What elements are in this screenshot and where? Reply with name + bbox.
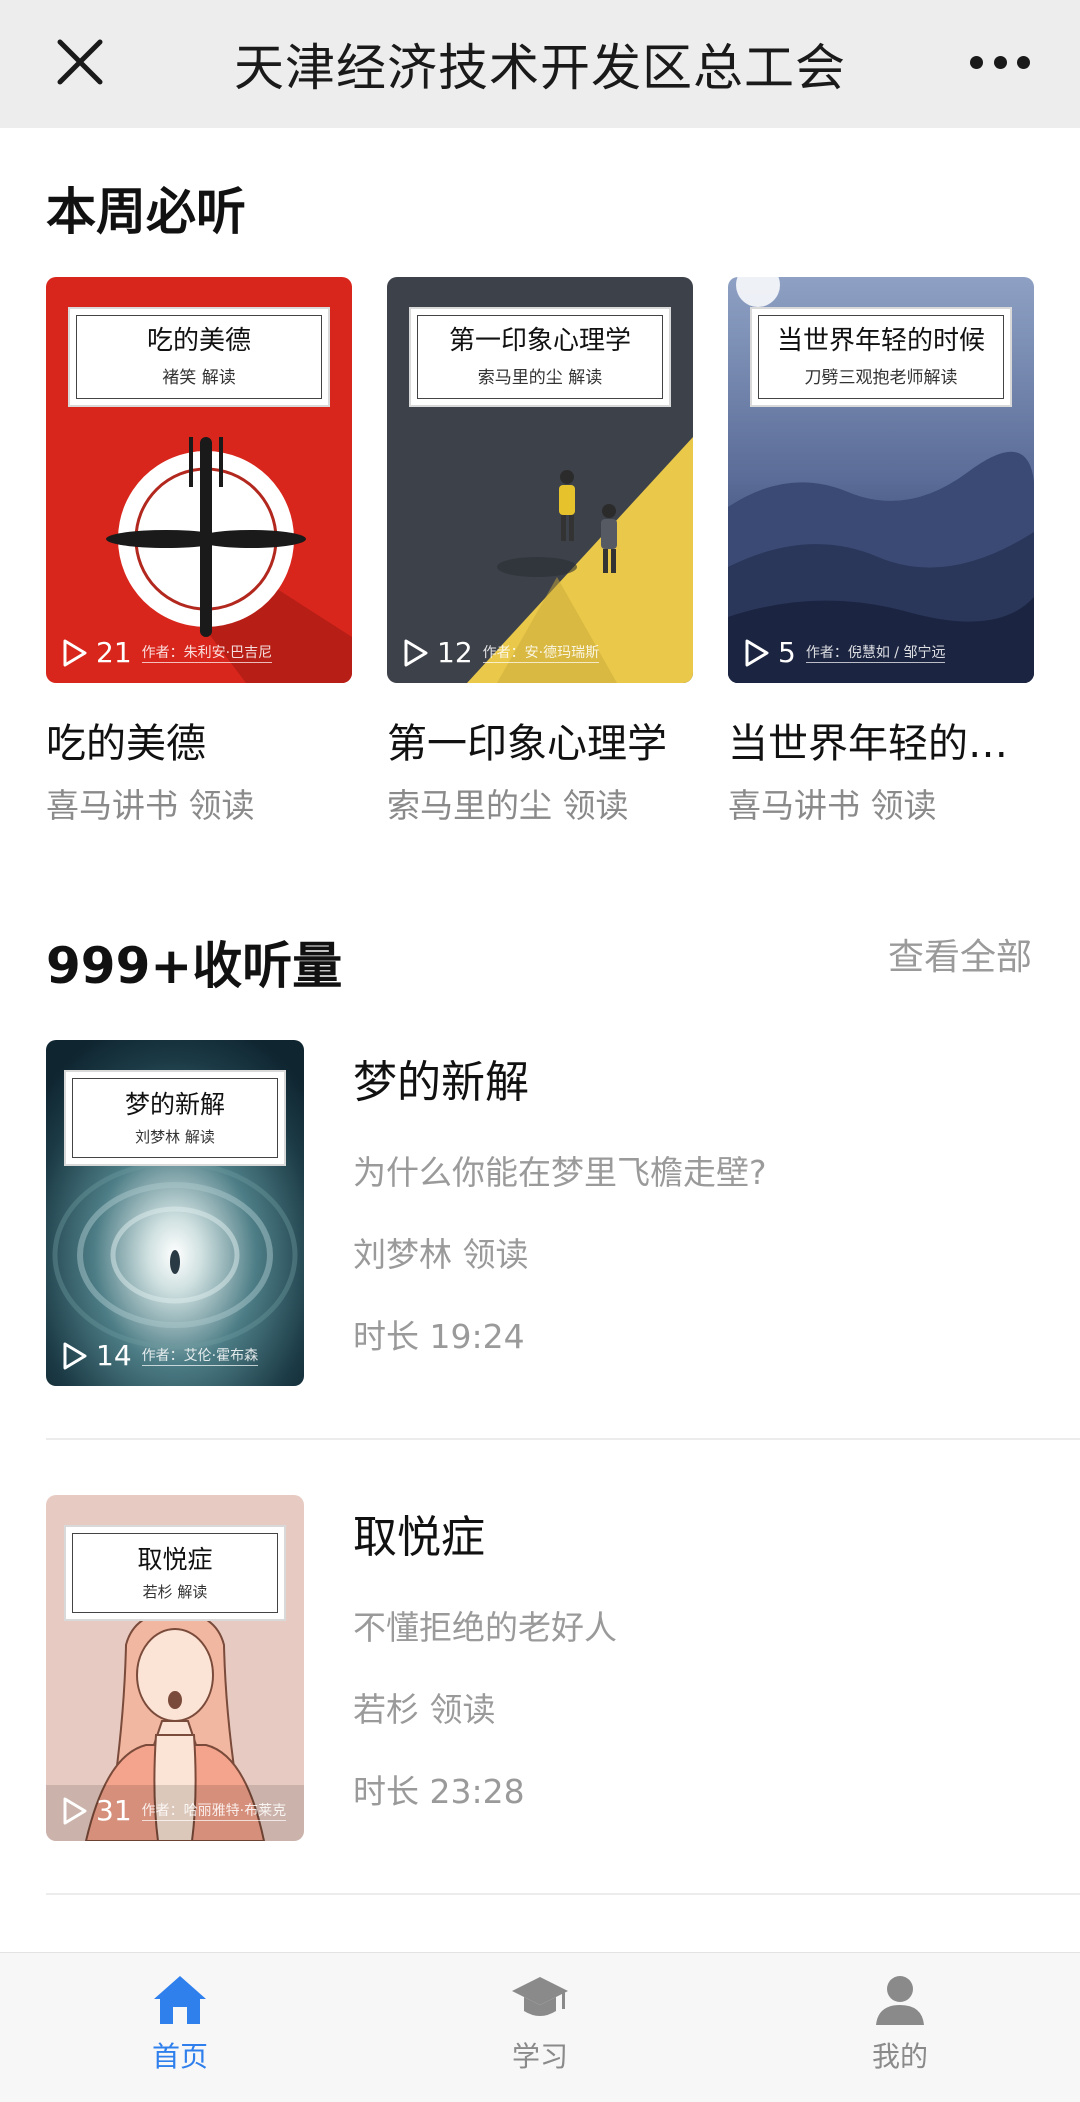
more-options-icon[interactable]: [970, 42, 1030, 82]
weekly-card-cover[interactable]: 当世界年轻的时候 刀劈三观抱老师解读 5 作者：倪慧如 / 邹宁远: [728, 277, 1034, 683]
cover-label: 第一印象心理学 索马里的尘 解读: [409, 307, 671, 407]
page-title: 天津经济技术开发区总工会: [234, 39, 846, 97]
divider: [46, 1893, 1080, 1895]
graduation-cap-icon: [512, 1977, 568, 2016]
item-reader: 刘梦林 领读: [353, 1235, 529, 1274]
weekly-card-2[interactable]: 第一印象心理学 索马里的尘 解读 12 作者：安·德玛瑞斯 第一印象心理学 索马…: [387, 277, 693, 827]
list-item[interactable]: 取悦症 若杉 解读 31 作者：哈丽雅特·布莱克 取悦症 不懂拒绝的老好人 若杉…: [46, 1495, 1034, 1841]
item-duration: 时长 19:24: [353, 1317, 525, 1356]
card-reader: 喜马讲书 领读: [46, 786, 255, 825]
item-title: 取悦症: [353, 1512, 485, 1563]
bottom-nav: 首页 学习 我的: [0, 1952, 1080, 2102]
item-title: 梦的新解: [353, 1057, 529, 1108]
nav-item-home[interactable]: 首页: [0, 1953, 360, 2102]
play-count: 5 作者：倪慧如 / 邹宁远: [744, 636, 946, 669]
card-reader: 喜马讲书 领读: [728, 786, 937, 825]
item-description: 不懂拒绝的老好人: [353, 1608, 617, 1647]
play-count: 31 作者：哈丽雅特·布莱克: [62, 1794, 287, 1827]
play-icon: [63, 639, 87, 666]
weekly-section-title: 本周必听: [46, 183, 246, 241]
item-reader: 若杉 领读: [353, 1690, 496, 1729]
nav-item-me[interactable]: 我的: [720, 1953, 1080, 2102]
home-icon: [154, 1976, 206, 2024]
top-bar: 天津经济技术开发区总工会: [0, 0, 1080, 128]
item-cover[interactable]: 梦的新解 刘梦林 解读 14 作者：艾伦·霍布森: [46, 1040, 304, 1386]
card-reader: 索马里的尘 领读: [387, 786, 629, 825]
cover-label: 吃的美德 褚笑 解读: [68, 307, 330, 407]
cover-label: 当世界年轻的时候 刀劈三观抱老师解读: [750, 307, 1012, 407]
user-icon: [876, 1976, 924, 2025]
divider: [46, 1438, 1080, 1440]
card-title: 吃的美德: [46, 721, 206, 767]
close-icon[interactable]: [52, 34, 108, 90]
weekly-card-cover[interactable]: 吃的美德 褚笑 解读 21 作者：朱利安·巴吉尼: [46, 277, 352, 683]
weekly-card-3[interactable]: 当世界年轻的时候 刀劈三观抱老师解读 5 作者：倪慧如 / 邹宁远 当世界年轻的…: [728, 277, 1034, 827]
cover-label: 取悦症 若杉 解读: [64, 1525, 286, 1621]
weekly-card-1[interactable]: 吃的美德 褚笑 解读 21 作者：朱利安·巴吉尼 吃的美德 喜马讲书 领读: [46, 277, 352, 827]
play-count: 14 作者：艾伦·霍布森: [62, 1339, 259, 1372]
see-all-link[interactable]: 查看全部: [888, 928, 1032, 980]
popular-section-title: 999+收听量: [46, 937, 343, 995]
play-icon: [404, 639, 428, 666]
item-info: 梦的新解 为什么你能在梦里飞檐走壁? 刘梦林 领读 时长 19:24: [353, 1040, 767, 1358]
list-item[interactable]: 梦的新解 刘梦林 解读 14 作者：艾伦·霍布森 梦的新解 为什么你能在梦里飞檐…: [46, 1040, 1034, 1386]
play-icon: [745, 639, 769, 666]
play-count: 21 作者：朱利安·巴吉尼: [62, 636, 273, 669]
item-description: 为什么你能在梦里飞檐走壁?: [353, 1153, 767, 1192]
nav-item-study[interactable]: 学习: [360, 1953, 720, 2102]
play-icon: [63, 1342, 87, 1369]
item-duration: 时长 23:28: [353, 1772, 525, 1811]
item-cover[interactable]: 取悦症 若杉 解读 31 作者：哈丽雅特·布莱克: [46, 1495, 304, 1841]
play-icon: [63, 1797, 87, 1824]
card-title: 第一印象心理学: [387, 721, 667, 767]
cover-label: 梦的新解 刘梦林 解读: [64, 1070, 286, 1166]
card-title: 当世界年轻的时候: [728, 721, 1034, 767]
item-info: 取悦症 不懂拒绝的老好人 若杉 领读 时长 23:28: [353, 1495, 617, 1813]
play-count: 12 作者：安·德玛瑞斯: [403, 636, 600, 669]
weekly-card-cover[interactable]: 第一印象心理学 索马里的尘 解读 12 作者：安·德玛瑞斯: [387, 277, 693, 683]
